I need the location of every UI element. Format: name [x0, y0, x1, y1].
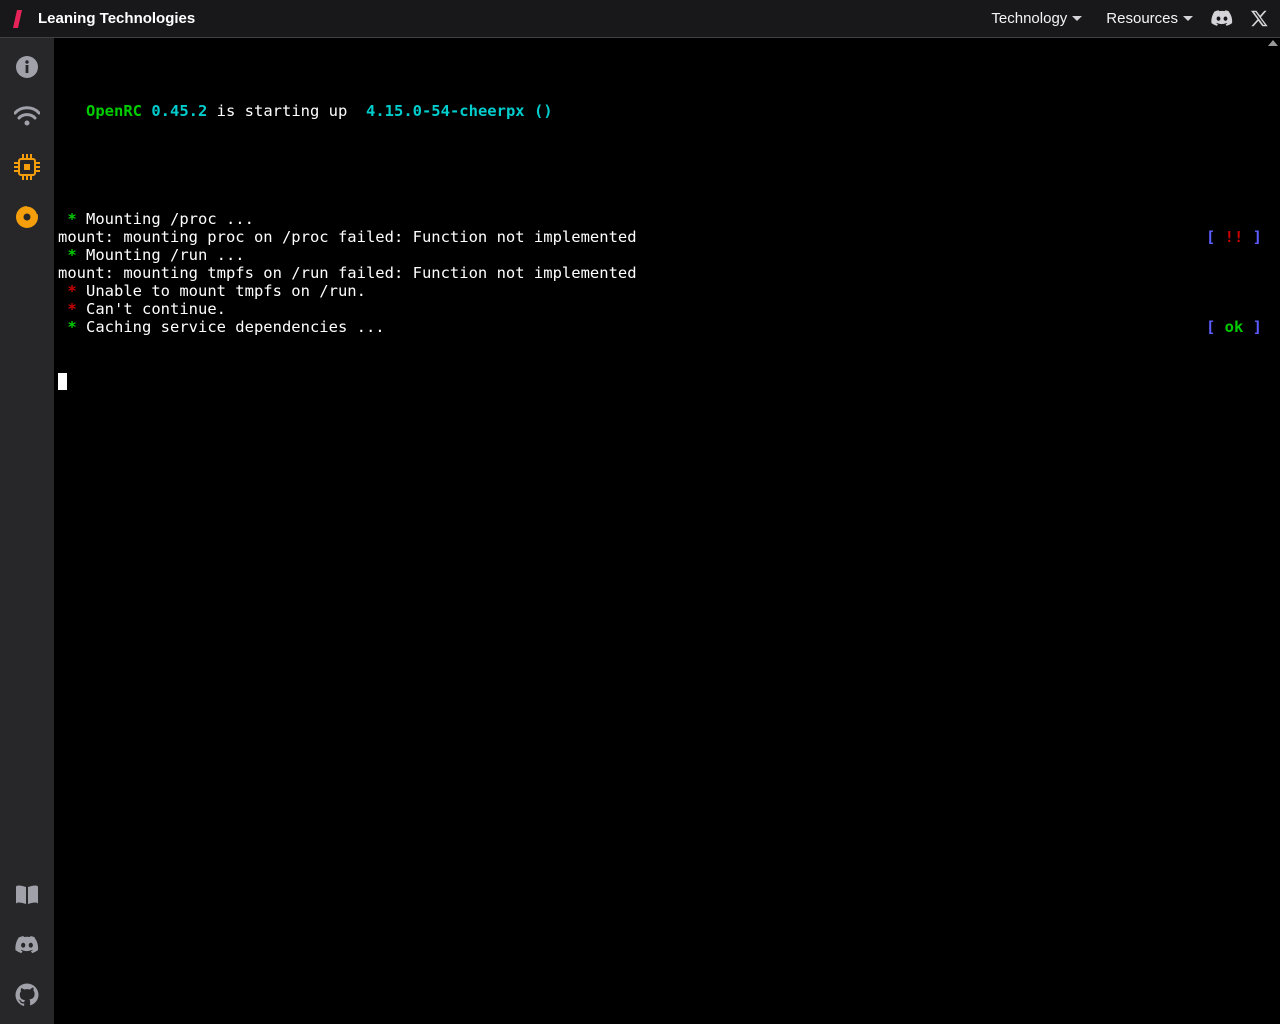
wifi-icon	[14, 106, 40, 128]
terminal-line: OpenRC 0.45.2 is starting up 4.15.0-54-c…	[58, 102, 1276, 120]
cursor-icon	[58, 373, 67, 390]
terminal-text: mount: mounting proc on /proc failed: Fu…	[58, 228, 637, 246]
star-icon: *	[58, 210, 86, 228]
x-icon	[1251, 10, 1268, 27]
scroll-up-arrow-icon[interactable]	[1268, 40, 1278, 46]
main-area: OpenRC 0.45.2 is starting up 4.15.0-54-c…	[0, 38, 1280, 1024]
terminal[interactable]: OpenRC 0.45.2 is starting up 4.15.0-54-c…	[54, 38, 1280, 1024]
logo-icon	[12, 9, 28, 29]
discord-icon	[1211, 10, 1233, 27]
boot-version: 0.45.2	[151, 102, 207, 120]
nav-technology[interactable]: Technology	[991, 10, 1082, 27]
terminal-line: * Caching service dependencies ... [ ok ]	[58, 318, 1276, 336]
sidebar-cpu[interactable]	[12, 152, 42, 182]
disc-icon	[15, 205, 39, 229]
sidebar-disc[interactable]	[12, 202, 42, 232]
nav-technology-label: Technology	[991, 10, 1067, 27]
terminal-line: * Mounting /run ...	[58, 246, 1276, 264]
star-icon: *	[58, 282, 86, 300]
chevron-down-icon	[1183, 16, 1193, 22]
github-icon	[15, 983, 39, 1007]
info-icon	[15, 55, 39, 79]
terminal-line: mount: mounting tmpfs on /run failed: Fu…	[58, 264, 1276, 282]
status-badge: [ ok ]	[1206, 318, 1276, 336]
status-badge: [ !! ]	[1206, 228, 1276, 246]
terminal-text: Caching service dependencies ...	[86, 318, 385, 336]
terminal-blank-line	[58, 156, 1276, 174]
sidebar	[0, 38, 54, 1024]
terminal-text: Can't continue.	[86, 300, 226, 318]
brand-title: Leaning Technologies	[38, 10, 195, 27]
cpu-icon	[14, 154, 40, 180]
terminal-line: * Unable to mount tmpfs on /run.	[58, 282, 1276, 300]
terminal-text: mount: mounting tmpfs on /run failed: Fu…	[58, 264, 637, 282]
star-icon: *	[58, 300, 86, 318]
star-icon: *	[58, 318, 86, 336]
boot-kernel: 4.15.0-54-cheerpx ()	[357, 102, 553, 120]
sidebar-discord[interactable]	[12, 930, 42, 960]
terminal-line: * Can't continue.	[58, 300, 1276, 318]
sidebar-docs[interactable]	[12, 880, 42, 910]
sidebar-network[interactable]	[12, 102, 42, 132]
x-link[interactable]	[1251, 10, 1268, 27]
nav-resources[interactable]: Resources	[1106, 10, 1193, 27]
terminal-text: Mounting /run ...	[86, 246, 245, 264]
chevron-down-icon	[1072, 16, 1082, 22]
book-icon	[15, 885, 39, 905]
nav-resources-label: Resources	[1106, 10, 1178, 27]
boot-starting: is starting up	[207, 102, 356, 120]
terminal-cursor-line	[58, 372, 1276, 390]
terminal-text: Unable to mount tmpfs on /run.	[86, 282, 366, 300]
star-icon: *	[58, 246, 86, 264]
sidebar-info[interactable]	[12, 52, 42, 82]
terminal-line: mount: mounting proc on /proc failed: Fu…	[58, 228, 1276, 246]
terminal-line: * Mounting /proc ...	[58, 210, 1276, 228]
sidebar-github[interactable]	[12, 980, 42, 1010]
discord-icon	[15, 936, 39, 954]
terminal-text: Mounting /proc ...	[86, 210, 254, 228]
boot-openrc: OpenRC	[86, 102, 142, 120]
top-bar: Leaning Technologies Technology Resource…	[0, 0, 1280, 38]
discord-link[interactable]	[1211, 10, 1233, 27]
